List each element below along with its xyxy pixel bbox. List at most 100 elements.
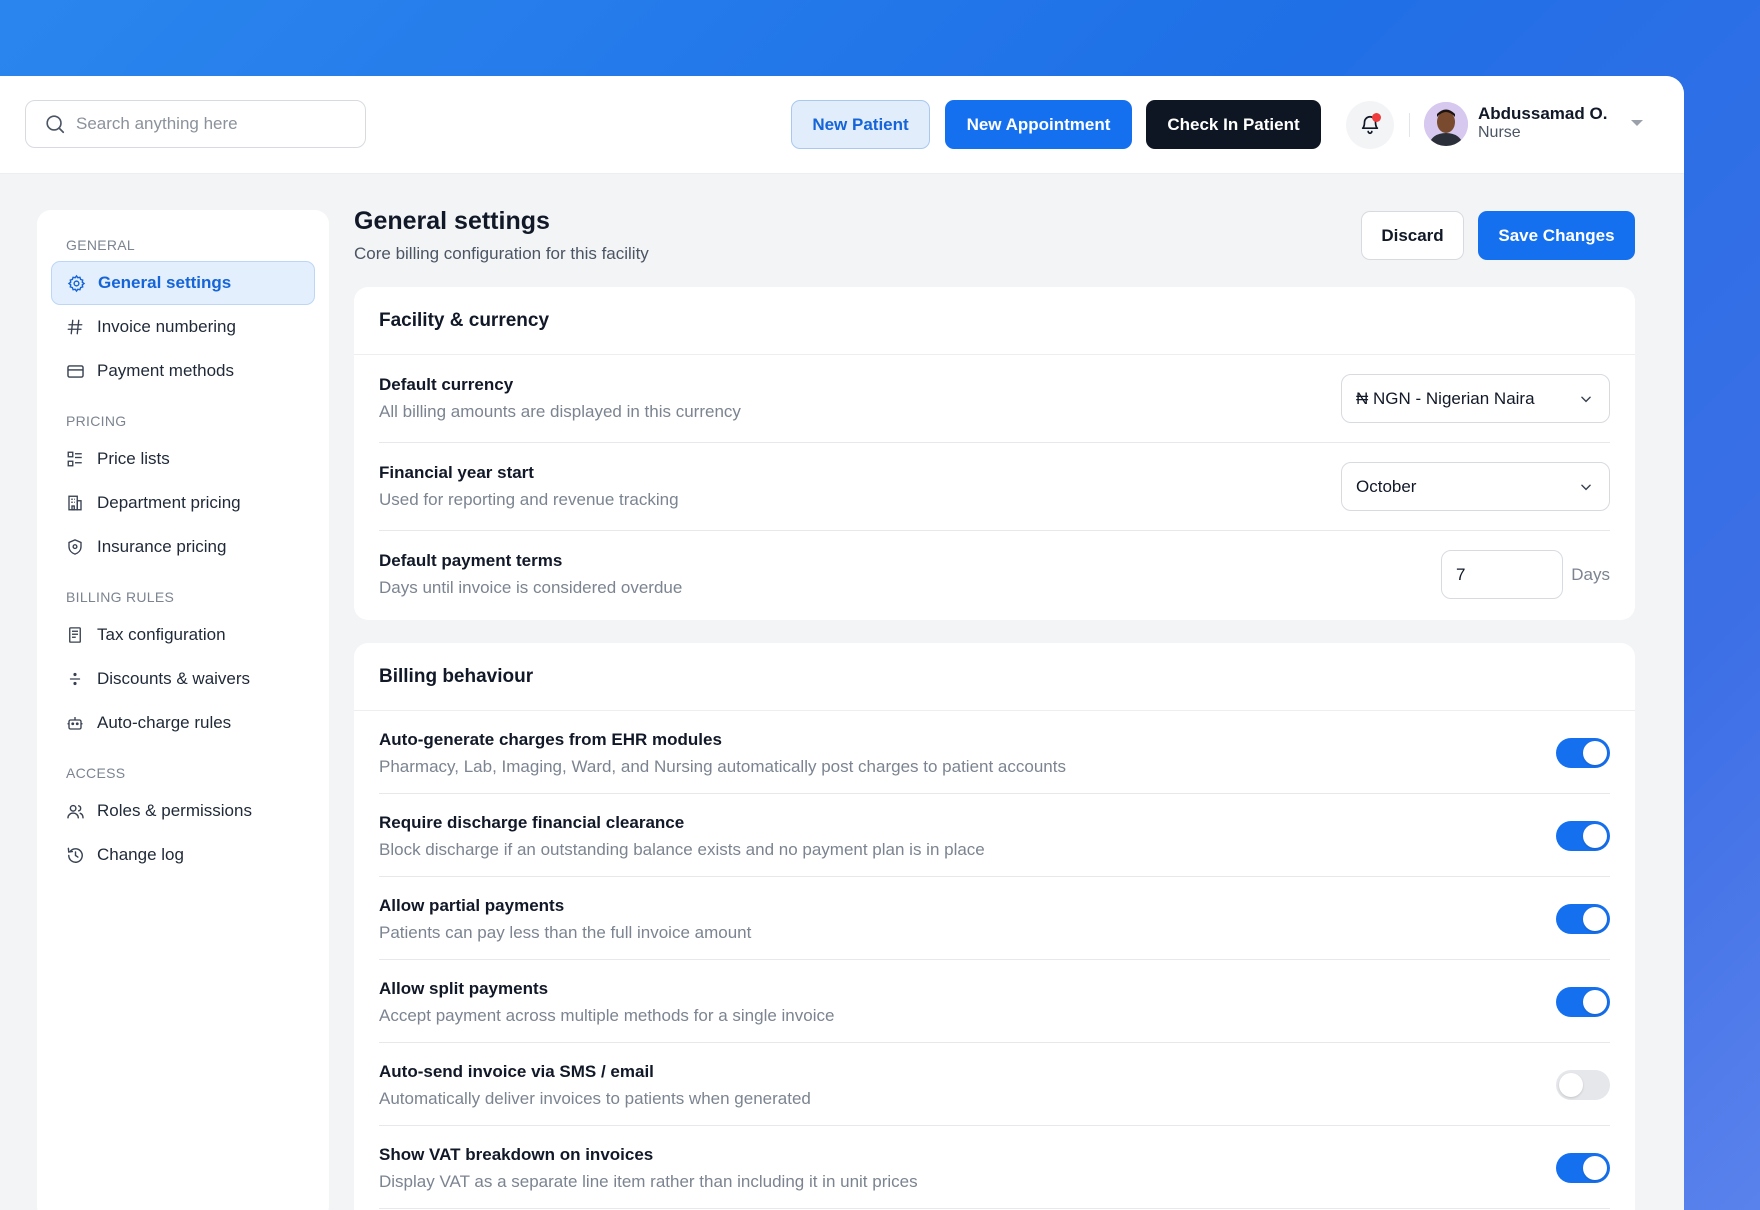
sidebar-item-price-lists[interactable]: Price lists bbox=[51, 437, 315, 481]
sidebar-item-general-settings[interactable]: General settings bbox=[51, 261, 315, 305]
toggle-vat-breakdown[interactable] bbox=[1556, 1153, 1610, 1183]
setting-title: Auto-generate charges from EHR modules bbox=[379, 730, 722, 749]
top-header: New Patient New Appointment Check In Pat… bbox=[0, 76, 1684, 174]
building-icon bbox=[65, 493, 85, 513]
history-icon bbox=[65, 845, 85, 865]
users-icon bbox=[65, 801, 85, 821]
section-title-general: GENERAL bbox=[66, 237, 136, 253]
sidebar-item-label: Change log bbox=[97, 845, 184, 864]
save-changes-button[interactable]: Save Changes bbox=[1478, 211, 1635, 260]
notifications-button[interactable] bbox=[1346, 101, 1394, 149]
hash-icon bbox=[65, 317, 85, 337]
discard-button[interactable]: Discard bbox=[1361, 211, 1464, 260]
divide-icon bbox=[65, 669, 85, 689]
setting-row-partial-payments: Allow partial payments Patients can pay … bbox=[379, 877, 1610, 960]
sidebar-item-insurance-pricing[interactable]: Insurance pricing bbox=[51, 525, 315, 569]
page-title: General settings bbox=[354, 207, 550, 235]
shield-icon bbox=[65, 537, 85, 557]
sidebar-item-label: Insurance pricing bbox=[97, 537, 227, 556]
setting-row-vat-breakdown: Show VAT breakdown on invoices Display V… bbox=[379, 1126, 1610, 1209]
card-heading: Billing behaviour bbox=[354, 643, 1635, 711]
toggle-auto-generate-charges[interactable] bbox=[1556, 738, 1610, 768]
currency-select[interactable]: ₦ NGN - Nigerian Naira bbox=[1341, 374, 1610, 423]
sidebar-item-invoice-numbering[interactable]: Invoice numbering bbox=[51, 305, 315, 349]
setting-title: Allow split payments bbox=[379, 979, 549, 998]
financial-year-select-value: October bbox=[1356, 476, 1417, 496]
sidebar-item-label: Roles & permissions bbox=[97, 801, 252, 820]
setting-description: Patients can pay less than the full invo… bbox=[379, 923, 752, 942]
billing-behaviour-card: Billing behaviour Auto-generate charges … bbox=[354, 643, 1635, 1210]
chevron-down-icon bbox=[1581, 396, 1591, 403]
section-title-billing-rules: BILLING RULES bbox=[66, 589, 175, 605]
user-name: Abdussamad O. bbox=[1478, 104, 1608, 123]
sidebar-item-label: Auto-charge rules bbox=[97, 713, 232, 732]
toggle-discharge-clearance[interactable] bbox=[1556, 821, 1610, 851]
setting-title: Require discharge financial clearance bbox=[379, 813, 685, 832]
section-title-pricing: PRICING bbox=[66, 413, 127, 429]
payment-terms-input[interactable] bbox=[1441, 550, 1563, 599]
user-role: Nurse bbox=[1478, 124, 1521, 141]
setting-title: Allow partial payments bbox=[379, 896, 565, 915]
payment-terms-unit: Days bbox=[1571, 565, 1610, 584]
toggle-knob bbox=[1583, 824, 1607, 848]
search-input[interactable] bbox=[76, 114, 346, 134]
currency-select-value: ₦ NGN - Nigerian Naira bbox=[1356, 388, 1535, 408]
setting-description: Used for reporting and revenue tracking bbox=[379, 490, 679, 509]
sidebar-item-label: Discounts & waivers bbox=[97, 669, 251, 688]
setting-description: Block discharge if an outstanding balanc… bbox=[379, 840, 985, 859]
new-appointment-button[interactable]: New Appointment bbox=[945, 100, 1132, 149]
setting-row-financial-year-start: Financial year start Used for reporting … bbox=[379, 443, 1610, 531]
app-window: New Patient New Appointment Check In Pat… bbox=[0, 76, 1684, 1210]
setting-title: Show VAT breakdown on invoices bbox=[379, 1145, 654, 1164]
card-heading: Facility & currency bbox=[354, 287, 1635, 355]
setting-description: Pharmacy, Lab, Imaging, Ward, and Nursin… bbox=[379, 757, 1066, 776]
sidebar-item-roles-permissions[interactable]: Roles & permissions bbox=[51, 789, 315, 833]
setting-description: Accept payment across multiple methods f… bbox=[379, 1006, 835, 1025]
toggle-knob bbox=[1583, 990, 1607, 1014]
sidebar-item-label: Payment methods bbox=[97, 361, 235, 380]
toggle-knob bbox=[1559, 1073, 1583, 1097]
avatar[interactable] bbox=[1424, 102, 1468, 146]
sidebar-item-discounts-waivers[interactable]: Discounts & waivers bbox=[51, 657, 315, 701]
gear-icon bbox=[66, 273, 86, 293]
search-icon bbox=[46, 115, 65, 134]
sidebar-item-payment-methods[interactable]: Payment methods bbox=[51, 349, 315, 393]
avatar-image bbox=[1424, 102, 1468, 146]
toggle-auto-send-invoice[interactable] bbox=[1556, 1070, 1610, 1100]
new-patient-button[interactable]: New Patient bbox=[791, 100, 930, 149]
setting-row-auto-generate-charges: Auto-generate charges from EHR modules P… bbox=[379, 711, 1610, 794]
setting-title: Auto-send invoice via SMS / email bbox=[379, 1062, 654, 1081]
list-icon bbox=[65, 449, 85, 469]
sidebar-item-tax-configuration[interactable]: Tax configuration bbox=[51, 613, 315, 657]
caret-down-icon[interactable] bbox=[1630, 118, 1644, 128]
credit-card-icon bbox=[65, 361, 85, 381]
setting-description: Days until invoice is considered overdue bbox=[379, 578, 683, 597]
header-divider bbox=[1409, 113, 1410, 137]
setting-title: Financial year start bbox=[379, 463, 534, 482]
setting-title: Default payment terms bbox=[379, 551, 563, 570]
section-title-access: ACCESS bbox=[66, 765, 126, 781]
sidebar-item-label: Tax configuration bbox=[97, 625, 226, 644]
toggle-split-payments[interactable] bbox=[1556, 987, 1610, 1017]
setting-description: Automatically deliver invoices to patien… bbox=[379, 1089, 811, 1108]
robot-icon bbox=[65, 713, 85, 733]
check-in-patient-button[interactable]: Check In Patient bbox=[1146, 100, 1321, 149]
toggle-knob bbox=[1583, 1156, 1607, 1180]
page-subtitle: Core billing configuration for this faci… bbox=[354, 244, 649, 263]
setting-row-default-currency: Default currency All billing amounts are… bbox=[379, 355, 1610, 443]
toggle-knob bbox=[1583, 907, 1607, 931]
toggle-partial-payments[interactable] bbox=[1556, 904, 1610, 934]
facility-currency-card: Facility & currency Default currency All… bbox=[354, 287, 1635, 620]
setting-row-auto-send-invoice: Auto-send invoice via SMS / email Automa… bbox=[379, 1043, 1610, 1126]
sidebar-item-label: General settings bbox=[98, 273, 232, 292]
setting-row-default-payment-terms: Default payment terms Days until invoice… bbox=[379, 531, 1610, 619]
setting-title: Default currency bbox=[379, 375, 514, 394]
sidebar-item-change-log[interactable]: Change log bbox=[51, 833, 315, 877]
sidebar-item-department-pricing[interactable]: Department pricing bbox=[51, 481, 315, 525]
sidebar-item-label: Price lists bbox=[97, 449, 170, 468]
notification-dot bbox=[1372, 113, 1381, 122]
setting-row-discharge-clearance: Require discharge financial clearance Bl… bbox=[379, 794, 1610, 877]
sidebar-item-auto-charge-rules[interactable]: Auto-charge rules bbox=[51, 701, 315, 745]
search-box[interactable] bbox=[25, 100, 366, 148]
financial-year-select[interactable]: October bbox=[1341, 462, 1610, 511]
